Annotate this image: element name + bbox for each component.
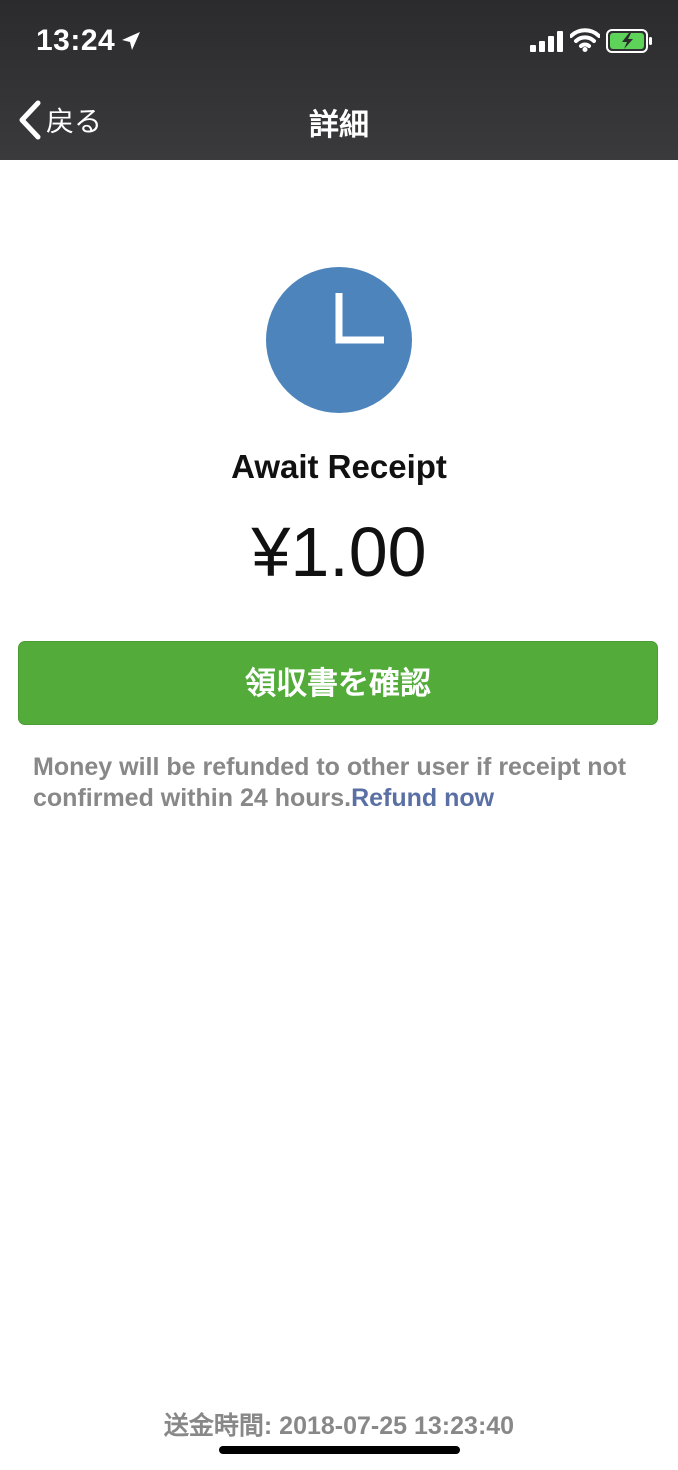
battery-charging-icon xyxy=(606,29,652,53)
wifi-icon xyxy=(570,28,600,52)
transfer-amount: ¥1.00 xyxy=(251,513,427,591)
transfer-time: 送金時間: 2018-07-25 13:23:40 xyxy=(163,1412,515,1440)
transfer-status-title: Await Receipt xyxy=(231,448,447,485)
page-title: 詳細 xyxy=(309,109,369,142)
location-arrow-icon xyxy=(122,32,140,50)
status-time: 13:24 xyxy=(36,24,116,57)
home-indicator xyxy=(219,1446,460,1454)
confirm-receipt-button[interactable]: 領収書を確認 xyxy=(18,641,658,725)
top-bar: 13:24 戻る 詳細 xyxy=(0,0,678,160)
refund-note-text: Money will be refunded to other user if … xyxy=(33,753,627,812)
clock-icon xyxy=(266,267,412,413)
refund-now-link[interactable]: Refund now xyxy=(351,784,494,812)
cellular-signal-icon xyxy=(530,31,563,52)
refund-note: Money will be refunded to other user if … xyxy=(33,752,653,814)
